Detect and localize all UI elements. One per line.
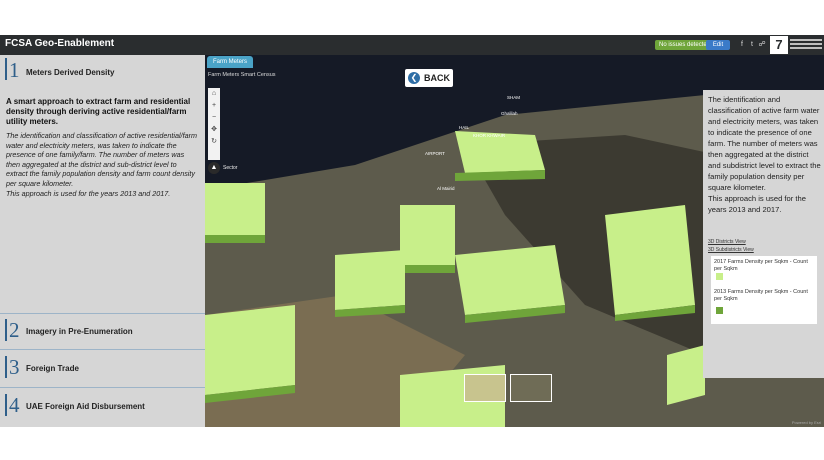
home-icon[interactable]: ⌂ [208,88,220,100]
section-number: 3 [9,355,20,379]
basemap-thumbnails [464,374,554,402]
story-sidebar: 1 Meters Derived Density A smart approac… [0,55,205,427]
basemap-thumbnail[interactable] [464,374,506,402]
section-title: Foreign Trade [26,364,79,373]
info-description-p1: The identification and classification of… [708,95,821,192]
section-number: 2 [9,318,20,342]
section-marker [5,394,7,416]
section-body: The identification and classification of… [6,131,198,198]
place-label: AIRPORT [425,151,445,156]
section-number: 1 [9,58,20,82]
link-icon[interactable]: ☍ [758,41,766,49]
place-label: Al Mairid [437,186,455,191]
section-title: UAE Foreign Aid Disbursement [26,402,145,411]
section-body-p2: This approach is used for the years 2013… [6,188,171,198]
basemap-thumbnail[interactable] [510,374,552,402]
legend-swatch-2013 [716,307,723,314]
link-3d-districts[interactable]: 3D Districts View [708,239,746,245]
twitter-icon[interactable]: t [748,41,756,49]
section-body-p1: The identification and classification of… [6,131,197,188]
link-3d-subdistricts[interactable]: 3D Subdistricts View [708,247,754,253]
info-description-p2: This approach is used for the years 2013… [708,194,806,214]
map-toolbar: ⌂ + − ✥ ↻ [208,88,220,160]
map-caption: Farm Meters Smart Census [208,72,276,78]
legend-item-label: 2017 Farms Density per Sqkm - Count per … [714,259,808,272]
compass-needle-icon[interactable]: ▲ [208,162,220,174]
legend-item-label: 2013 Farms Density per Sqkm - Count per … [714,289,808,302]
divider [0,387,205,388]
section-lead: A smart approach to extract farm and res… [6,97,191,126]
place-label: KHOR KHWAIR [473,133,506,138]
edit-button[interactable]: Edit [706,40,730,50]
back-label: BACK [424,73,450,83]
facebook-icon[interactable]: f [738,41,746,49]
app-header: FCSA Geo-Enablement No issues detected E… [0,35,824,55]
story-section-1[interactable]: 1 Meters Derived Density A smart approac… [0,55,205,313]
section-marker [5,356,7,378]
place-label: HAIL [459,125,470,130]
place-label: Ghalilah [501,111,518,116]
compass-icon[interactable]: ✥ [208,124,220,136]
organization-logo: 7 [770,36,788,54]
logo-wordmark [790,39,822,53]
back-button[interactable]: ❮ BACK [405,69,453,87]
app-title: FCSA Geo-Enablement [5,38,115,49]
section-marker [5,58,7,80]
section-title: Meters Derived Density [26,68,115,77]
section-marker [5,319,7,341]
rotate-icon[interactable]: ↻ [208,136,220,148]
place-label: SHAM [507,95,521,100]
section-title: Imagery in Pre-Enumeration [26,327,133,336]
divider [0,349,205,350]
info-panel: The identification and classification of… [703,90,824,378]
zoom-out-icon[interactable]: − [208,112,220,124]
back-arrow-icon: ❮ [408,72,420,84]
app-window: FCSA Geo-Enablement No issues detected E… [0,35,824,427]
info-description: The identification and classification of… [708,94,821,215]
zoom-in-icon[interactable]: + [208,100,220,112]
map-legend: 2017 Farms Density per Sqkm - Count per … [711,256,817,324]
section-number: 4 [9,393,20,417]
tab-farm-meters[interactable]: Farm Meters [207,56,254,68]
legend-swatch-2017 [716,273,723,280]
divider [0,313,205,314]
map-attribution: Powered by Esri [791,420,821,425]
sector-label: Sector [223,165,238,171]
